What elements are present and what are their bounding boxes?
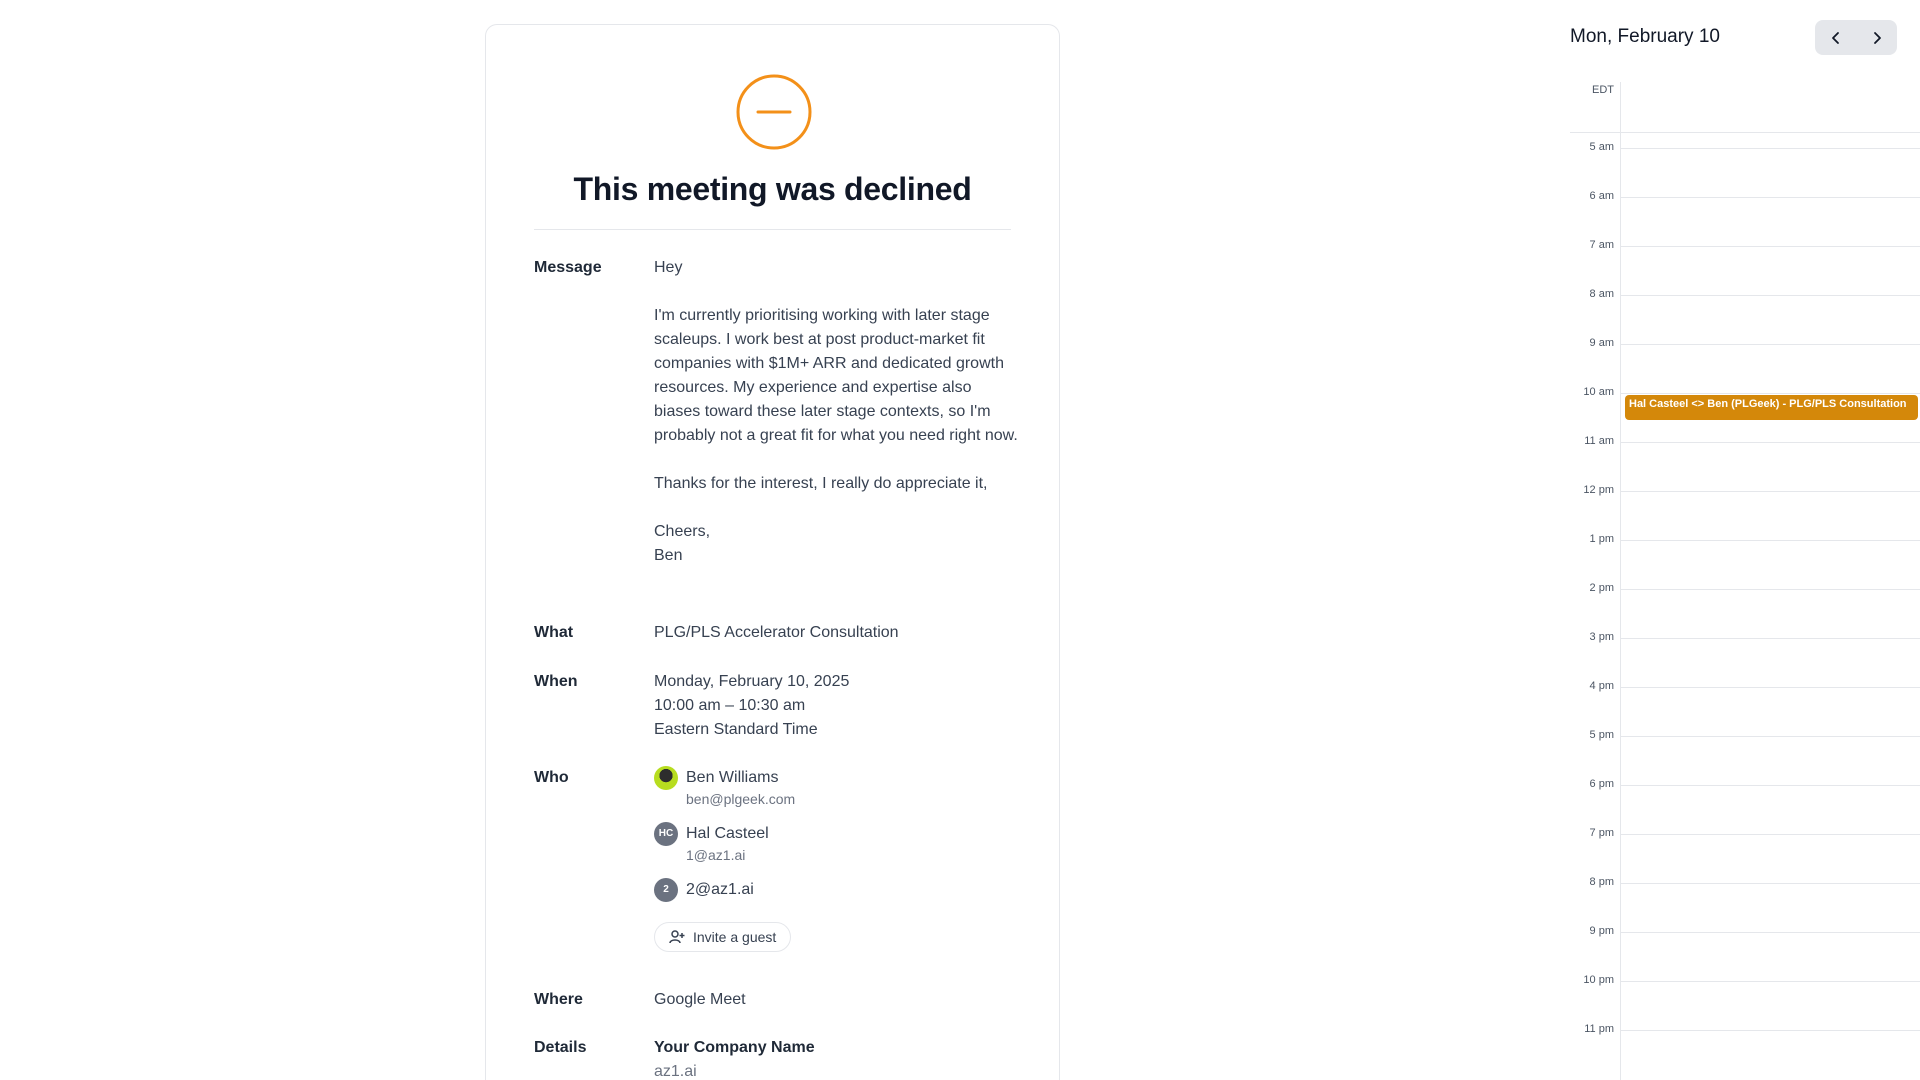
company-name: Your Company Name	[654, 1039, 815, 1056]
hour-gridline	[1620, 197, 1920, 198]
attendee-list: Ben Williams ben@plgeek.com HC Hal Caste…	[654, 766, 1019, 952]
hour-gridline	[1620, 932, 1920, 933]
calendar-event[interactable]: Hal Casteel <> Ben (PLGeek) - PLG/PLS Co…	[1625, 395, 1918, 420]
meeting-location: Google Meet	[654, 991, 746, 1008]
message-signoff: Cheers,	[654, 523, 711, 540]
hour-gridline	[1620, 442, 1920, 443]
meeting-time: 10:00 am – 10:30 am	[654, 697, 806, 714]
message-label: Message	[534, 259, 602, 276]
hour-gridline	[1620, 981, 1920, 982]
hour-gridline	[1620, 687, 1920, 688]
hour-gridline	[1620, 295, 1920, 296]
meeting-type: PLG/PLS Accelerator Consultation	[654, 624, 899, 641]
hour-label: 9 pm	[1589, 925, 1614, 937]
hour-gridline	[1620, 1030, 1920, 1031]
meeting-timezone: Eastern Standard Time	[654, 721, 818, 738]
when-label: When	[534, 673, 578, 690]
hour-gridline	[1620, 736, 1920, 737]
hour-label: 4 pm	[1589, 680, 1614, 692]
day-calendar-grid: EDT Hal Casteel <> Ben (PLGeek) - PLG/PL…	[1570, 82, 1920, 1080]
calendar-nav	[1815, 20, 1897, 55]
hour-label: 11 pm	[1584, 1023, 1614, 1035]
declined-icon	[736, 74, 812, 150]
hour-label: 5 am	[1589, 141, 1614, 153]
invite-guest-button[interactable]: Invite a guest	[654, 922, 792, 952]
who-row: Who Ben Williams ben@plgeek.com HC Hal C…	[534, 766, 1019, 952]
hour-gridline	[1620, 491, 1920, 492]
hour-gridline	[1620, 785, 1920, 786]
chevron-left-icon	[1831, 31, 1839, 44]
hour-gridline	[1620, 834, 1920, 835]
hour-label: 3 pm	[1589, 631, 1614, 643]
hour-label: 6 am	[1589, 190, 1614, 202]
message-row: Message Hey I'm currently prioritising w…	[534, 256, 1019, 568]
message-paragraph: Thanks for the interest, I really do app…	[654, 475, 988, 492]
calendar-timezone: EDT	[1592, 84, 1614, 96]
who-label: Who	[534, 769, 569, 786]
attendee: 2 2@az1.ai	[654, 878, 1019, 902]
next-day-button[interactable]	[1856, 20, 1897, 55]
avatar: 2	[654, 878, 678, 902]
attendee-name: 2@az1.ai	[686, 881, 754, 898]
hour-label: 7 pm	[1589, 827, 1614, 839]
message-value: Hey I'm currently prioritising working w…	[654, 256, 1019, 568]
when-value: Monday, February 10, 2025 10:00 am – 10:…	[654, 670, 1019, 742]
when-row: When Monday, February 10, 2025 10:00 am …	[534, 670, 1019, 742]
attendee-email: ben@plgeek.com	[686, 791, 796, 807]
hour-label: 6 pm	[1589, 778, 1614, 790]
details-value: Your Company Name az1.ai	[654, 1036, 1019, 1080]
attendee-name: Ben Williams	[686, 769, 779, 786]
add-user-icon	[669, 930, 685, 944]
time-axis	[1620, 82, 1621, 1080]
message-paragraph: I'm currently prioritising working with …	[654, 307, 1018, 444]
hour-gridline	[1620, 246, 1920, 247]
hour-gridline	[1620, 638, 1920, 639]
previous-day-button[interactable]	[1815, 20, 1856, 55]
hour-label: 2 pm	[1589, 582, 1614, 594]
avatar	[654, 766, 678, 790]
hour-label: 10 am	[1583, 386, 1614, 398]
hour-gridline	[1620, 540, 1920, 541]
hour-gridline	[1620, 393, 1920, 394]
invite-guest-label: Invite a guest	[693, 929, 777, 945]
avatar: HC	[654, 822, 678, 846]
details-label: Details	[534, 1039, 587, 1056]
hour-label: 10 pm	[1583, 974, 1614, 986]
details-row: Details Your Company Name az1.ai	[534, 1036, 1019, 1080]
hour-label: 9 am	[1589, 337, 1614, 349]
meeting-date: Monday, February 10, 2025	[654, 673, 850, 690]
message-signature: Ben	[654, 547, 683, 564]
hour-label: 12 pm	[1583, 484, 1614, 496]
attendee: Ben Williams ben@plgeek.com	[654, 766, 1019, 808]
what-row: What PLG/PLS Accelerator Consultation	[534, 621, 1019, 645]
hour-label: 8 pm	[1589, 876, 1614, 888]
message-paragraph: Hey	[654, 259, 683, 276]
hour-label: 1 pm	[1589, 533, 1614, 545]
hour-label: 7 am	[1589, 239, 1614, 251]
company-url[interactable]: az1.ai	[654, 1060, 1019, 1080]
divider	[534, 229, 1011, 230]
hour-gridline	[1620, 589, 1920, 590]
booking-card: This meeting was declined Message Hey I'…	[485, 24, 1060, 1080]
chevron-right-icon	[1873, 31, 1881, 44]
all-day-divider	[1570, 132, 1920, 133]
hour-label: 11 am	[1584, 435, 1614, 447]
hour-gridline	[1620, 883, 1920, 884]
attendee: HC Hal Casteel 1@az1.ai	[654, 822, 1019, 864]
attendee-name: Hal Casteel	[686, 825, 769, 842]
where-label: Where	[534, 991, 583, 1008]
hour-gridline	[1620, 148, 1920, 149]
page-title: This meeting was declined	[573, 171, 972, 207]
what-label: What	[534, 624, 574, 641]
where-row: Where Google Meet	[534, 988, 1019, 1012]
attendee-email: 1@az1.ai	[686, 847, 746, 863]
hour-gridline	[1620, 344, 1920, 345]
calendar-date: Mon, February 10	[1570, 26, 1720, 47]
hour-label: 5 pm	[1589, 729, 1614, 741]
hour-label: 8 am	[1589, 288, 1614, 300]
